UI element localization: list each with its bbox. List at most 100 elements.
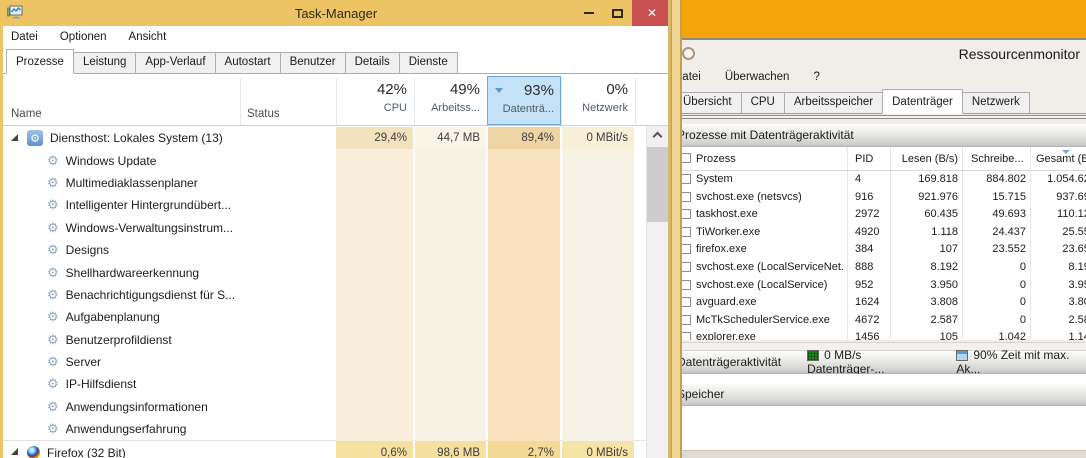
table-row[interactable]: svchost.exe (LocalServiceNet... 888 8.19… [672, 259, 1086, 277]
memory-cell: 44,7 MB [415, 127, 486, 150]
table-row[interactable]: svchost.exe (netsvcs) 916 921.976 15.715… [672, 189, 1086, 207]
collapse-arrow-icon[interactable] [11, 448, 18, 456]
column-header-lesen[interactable]: Lesen (B/s) [898, 153, 958, 165]
gear-icon: ⚙ [47, 174, 59, 190]
row-checkbox[interactable] [681, 261, 691, 272]
tab-dienste[interactable]: Dienste [398, 52, 458, 73]
row-checkbox[interactable] [681, 297, 691, 308]
gear-icon: ⚙ [47, 219, 59, 235]
tab-divider [672, 115, 1086, 119]
maximize-icon [612, 8, 623, 18]
tm-window-title: Task-Manager [294, 5, 378, 21]
column-header-disk[interactable]: 93% Datenträ... [487, 76, 561, 125]
collapse-arrow-icon[interactable] [11, 133, 18, 141]
gear-icon: ⚙ [47, 264, 59, 280]
tab-datentraeger[interactable]: Datenträger [882, 89, 963, 114]
tab-autostart[interactable]: Autostart [214, 52, 281, 73]
service-row[interactable]: ⚙ Designs [3, 239, 668, 261]
service-name: Windows Update [65, 153, 157, 168]
service-name: Benachrichtigungsdienst für S... [65, 287, 236, 302]
tab-uebersicht[interactable]: Übersicht [673, 92, 742, 113]
column-header-status[interactable]: Status [247, 108, 280, 120]
tm-menubar: Datei Optionen Ansicht [3, 26, 668, 48]
service-row[interactable]: ⚙ Aufgabenplanung [3, 306, 668, 328]
row-checkbox[interactable] [681, 174, 691, 184]
menu-item-ueberwachen[interactable]: Überwachen [725, 71, 790, 83]
table-row[interactable]: avguard.exe 1624 3.808 0 3.808 [672, 294, 1086, 312]
service-row[interactable]: ⚙ Anwendungsinformationen [3, 396, 668, 418]
chevron-up-icon [652, 131, 663, 142]
service-name: Intelligenter Hintergrundübert... [65, 198, 232, 213]
resource-monitor-icon [682, 47, 695, 60]
service-row[interactable]: ⚙ Multimediaklassenplaner [3, 172, 668, 194]
service-row[interactable]: ⚙ Shellhardwareerkennung [3, 261, 668, 283]
service-row[interactable]: ⚙ Windows Update [3, 149, 668, 171]
row-checkbox[interactable] [681, 191, 691, 202]
tm-scrollbar[interactable] [646, 126, 668, 458]
row-checkbox[interactable] [681, 314, 691, 325]
column-header-schreiben[interactable]: Schreibe... [971, 153, 1031, 165]
service-row[interactable]: ⚙ Benachrichtigungsdienst für S... [3, 284, 668, 306]
service-row[interactable]: ⚙ IP-Hilfsdienst [3, 373, 668, 395]
rm-titlebar[interactable]: Ressourcenmonitor [672, 42, 1086, 66]
service-row[interactable]: ⚙ Windows-Verwaltungsinstrum... [3, 217, 668, 239]
tab-details[interactable]: Details [344, 52, 400, 73]
tm-window-controls: ✕ [574, 0, 672, 26]
menu-item-hilfe[interactable]: ? [813, 71, 819, 83]
service-row[interactable]: ⚙ Intelligenter Hintergrundübert... [3, 194, 668, 216]
table-row[interactable]: TiWorker.exe 4920 1.118 24.437 25.555 [672, 224, 1086, 242]
table-row[interactable]: firefox.exe 384 107 23.552 23.659 [672, 241, 1086, 259]
tab-leistung[interactable]: Leistung [72, 52, 137, 73]
service-name: Designs [65, 243, 110, 258]
column-header-network[interactable]: 0% Netzwerk [562, 76, 634, 125]
table-row[interactable]: taskhost.exe 2972 60.435 49.693 110.128 [672, 206, 1086, 224]
process-row-firefox[interactable]: Firefox (32 Bit) 0,6% 98,6 MB 2,7% 0 MBi… [3, 441, 668, 458]
scrollbar-thumb[interactable] [647, 147, 668, 222]
service-row[interactable]: ⚙ Anwendungserfahrung [3, 418, 668, 440]
row-checkbox[interactable] [681, 279, 691, 290]
process-row-diensthost[interactable]: ⚙ Diensthost: Lokales System (13) 29,4% … [3, 127, 668, 150]
tab-netzwerk[interactable]: Netzwerk [961, 92, 1030, 113]
memory-section-header[interactable]: Speicher [672, 383, 1086, 406]
table-row[interactable]: System 4 169.818 884.802 1.054.626 [672, 171, 1086, 189]
disk-activity-section-header[interactable]: Datenträgeraktivität 0 MB/s Datenträger-… [672, 348, 1086, 376]
process-name: Diensthost: Lokales System (13) [50, 131, 223, 146]
service-row[interactable]: ⚙ Benutzerprofildienst [3, 329, 668, 351]
tab-cpu[interactable]: CPU [740, 92, 785, 113]
tab-app-verlauf[interactable]: App-Verlauf [135, 52, 216, 73]
column-header-pid[interactable]: PID [855, 153, 873, 165]
menu-item-datei[interactable]: Datei [11, 31, 38, 43]
row-checkbox[interactable] [681, 226, 691, 237]
table-row[interactable]: McTkSchedulerService.exe 4672 2.587 0 2.… [672, 312, 1086, 330]
tm-titlebar[interactable]: Task-Manager ✕ [0, 0, 672, 26]
minimize-button[interactable] [574, 0, 603, 26]
task-manager-icon [7, 5, 23, 25]
maximize-button[interactable] [603, 0, 632, 26]
column-header-cpu[interactable]: 42% CPU [337, 76, 413, 125]
select-all-checkbox[interactable] [681, 153, 691, 163]
table-row[interactable]: explorer.exe 1456 105 1.042 1.147 [672, 329, 1086, 340]
service-name: Anwendungsinformationen [65, 399, 208, 414]
column-header-prozess[interactable]: Prozess [696, 153, 736, 165]
green-graph-legend-icon [807, 350, 820, 361]
table-row[interactable]: svchost.exe (LocalService) 952 3.950 0 3… [672, 277, 1086, 295]
tab-prozesse[interactable]: Prozesse [6, 49, 74, 74]
column-header-gesamt[interactable]: Gesamt (B/s) [1036, 153, 1086, 165]
disk-processes-section-header[interactable]: Prozesse mit Datenträgeraktivität [672, 124, 1086, 147]
service-name: Windows-Verwaltungsinstrum... [65, 220, 234, 235]
service-name: Anwendungserfahrung [65, 422, 187, 437]
gear-icon: ⚙ [47, 286, 59, 302]
service-row[interactable]: ⚙ Server [3, 351, 668, 373]
row-checkbox[interactable] [681, 332, 691, 340]
gear-icon: ⚙ [47, 309, 59, 325]
tab-arbeitsspeicher[interactable]: Arbeitsspeicher [783, 92, 884, 113]
column-header-memory[interactable]: 49% Arbeitss... [415, 76, 486, 125]
menu-item-ansicht[interactable]: Ansicht [129, 31, 167, 43]
tab-benutzer[interactable]: Benutzer [279, 52, 346, 73]
menu-item-optionen[interactable]: Optionen [60, 31, 107, 43]
close-button[interactable]: ✕ [632, 0, 672, 26]
scroll-up-button[interactable] [647, 126, 668, 143]
row-checkbox[interactable] [681, 209, 691, 220]
row-checkbox[interactable] [681, 244, 691, 255]
column-header-name[interactable]: Name [11, 108, 42, 120]
